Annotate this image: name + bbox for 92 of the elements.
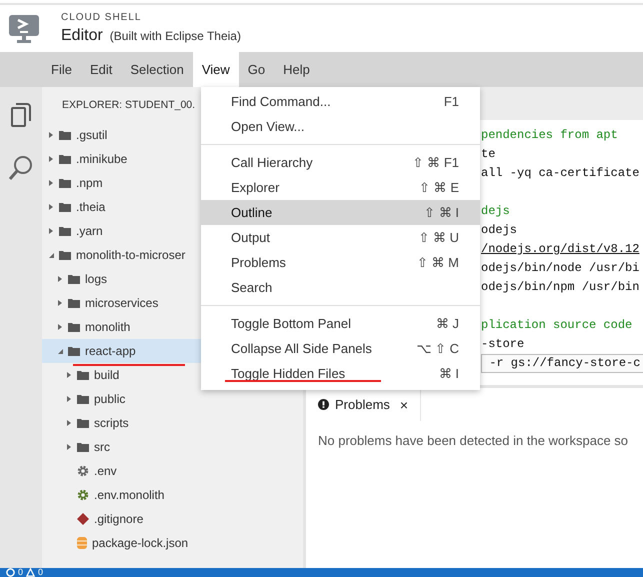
folder-icon [68,346,80,356]
menu-entry[interactable]: Collapse All Side Panels ⌥ ⇧ C [201,336,480,361]
folder-icon [77,418,89,428]
menu-entry[interactable]: Explorer ⇧ ⌘ E [201,175,480,200]
code-line: dejs [481,203,511,220]
folder-icon [77,442,89,452]
menu-item[interactable]: Help [274,52,319,87]
folder-icon [59,226,71,236]
tree-item[interactable]: .gitignore [94,512,144,526]
folder-icon [68,274,80,284]
tree-item[interactable]: .gsutil [76,128,108,142]
menu-item[interactable]: Edit [80,52,122,87]
folder-icon [77,394,89,404]
collapsed-arrow-icon[interactable] [48,180,54,186]
menu-item[interactable]: Selection [121,52,193,87]
gear-icon [77,465,89,477]
tree-item[interactable]: react-app [85,344,136,358]
collapsed-arrow-icon[interactable] [66,396,72,402]
tree-item[interactable]: .env.monolith [94,488,164,502]
menu-entry[interactable]: Call Hierarchy ⇧ ⌘ F1 [201,150,480,175]
folder-icon [59,154,71,164]
folder-icon [77,370,89,380]
tree-item[interactable]: src [94,440,110,454]
collapsed-arrow-icon[interactable] [57,324,63,330]
app-subtitle: (Built with Eclipse Theia) [110,29,241,43]
collapsed-arrow-icon[interactable] [48,228,54,234]
collapsed-arrow-icon[interactable] [48,132,54,138]
collapsed-arrow-icon[interactable] [48,204,54,210]
code-line: plication source code [481,317,634,334]
folder-icon [68,322,80,332]
gear-icon [77,489,89,501]
tree-item[interactable]: package-lock.json [92,536,188,550]
menu-entry[interactable]: Toggle Bottom Panel ⌘ J [201,311,480,336]
code-line: pendencies from apt [481,127,619,144]
collapsed-arrow-icon[interactable] [57,300,63,306]
explorer-title: EXPLORER: STUDENT_00. [62,99,196,113]
close-button[interactable]: × [400,396,408,412]
code-line: odejs [481,222,518,239]
folder-icon [59,250,71,260]
files-icon[interactable] [11,103,31,127]
tree-item[interactable]: monolith [85,320,130,334]
menu-entry[interactable]: Problems ⇧ ⌘ M [201,250,480,275]
tree-item[interactable]: logs [85,272,108,286]
code-line: -store [481,336,526,353]
collapsed-arrow-icon[interactable] [66,372,72,378]
code-line: /nodejs.org/dist/v8.12 [481,241,640,258]
expanded-arrow-icon[interactable] [57,348,63,354]
menu-entry[interactable]: Open View... [201,114,480,139]
tree-item[interactable]: build [94,368,120,382]
tree-item[interactable]: .theia [76,200,106,214]
tree-item[interactable]: .npm [76,176,103,190]
warning-icon [26,568,36,577]
search-icon[interactable] [9,155,33,181]
tree-item[interactable]: .minikube [76,152,128,166]
folder-icon [59,130,71,140]
tree-item[interactable]: monolith-to-microser [76,248,186,262]
tree-item[interactable]: .env [94,464,117,478]
collapsed-arrow-icon[interactable] [66,420,72,426]
product-name: CLOUD SHELL [61,12,142,23]
menu-entry[interactable]: Toggle Hidden Files ⌘ I [201,361,480,386]
folder-icon [68,298,80,308]
menu-entry[interactable]: Outline ⇧ ⌘ I [201,200,480,225]
tree-item[interactable]: microservices [85,296,158,310]
error-icon [6,568,15,577]
collapsed-arrow-icon[interactable] [48,156,54,162]
folder-icon [59,202,71,212]
tree-item[interactable]: public [94,392,126,406]
warning-count: 0 [38,568,44,577]
tree-item[interactable]: scripts [94,416,129,430]
tab-label: Problems [335,397,390,412]
menu-entry[interactable]: Output ⇧ ⌘ U [201,225,480,250]
code-line: te [481,146,496,163]
menu-entry[interactable]: Find Command... F1 [201,89,480,114]
menu-item[interactable]: File [42,52,81,87]
error-count: 0 [18,568,24,577]
code-line: odejs/bin/npm /usr/bin [481,279,640,296]
warning-circle-icon [318,399,329,410]
app-title: Editor [61,27,103,45]
tree-item[interactable]: .yarn [76,224,103,238]
folder-icon [59,178,71,188]
diamond-icon [77,513,89,525]
code-line: odejs/bin/node /usr/bi [481,260,640,277]
collapsed-arrow-icon[interactable] [57,276,63,282]
terminal-monitor-icon [9,14,39,42]
collapsed-arrow-icon[interactable] [66,444,72,450]
code-line: all -yq ca-certificate [481,165,640,182]
menu-entry[interactable]: Search [201,275,480,300]
menu-item[interactable]: View [192,52,239,87]
database-icon [77,537,87,549]
empty-message: No problems have been detected in the workspace so [317,432,630,448]
expanded-arrow-icon[interactable] [48,252,54,258]
menu-item[interactable]: Go [238,52,274,87]
